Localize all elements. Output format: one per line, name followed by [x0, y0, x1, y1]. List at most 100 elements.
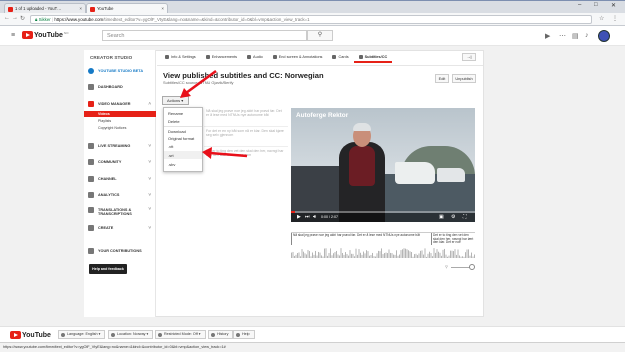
location-button[interactable]: Location: Norway ▾ [108, 330, 154, 339]
next-icon[interactable]: ⏭ [305, 214, 310, 220]
help-button[interactable]: Help [233, 330, 255, 339]
country-code: NO [63, 31, 69, 35]
tab-cards[interactable]: Cards [327, 52, 353, 63]
waveform-bar [435, 252, 436, 258]
browser-menu-icon[interactable]: ⋮ [612, 15, 618, 22]
next-video-button[interactable]: →| [462, 53, 476, 61]
secure-label: Sikker [38, 17, 51, 22]
chevron-up-icon: ˄ [148, 101, 151, 106]
menu-item-vtt[interactable]: .vtt [164, 142, 202, 150]
edit-button[interactable]: Edit [435, 74, 449, 83]
sidebar-item-studio-beta[interactable]: YOUTUBE STUDIO BETA [84, 66, 156, 76]
sidebar-subitem-copyright[interactable]: Copyright Notices [84, 125, 156, 131]
sidebar-item-label: CHANNEL [98, 177, 117, 181]
close-tab-icon[interactable]: × [161, 6, 164, 11]
close-tab-icon[interactable]: × [79, 6, 82, 11]
cc-icon[interactable]: ▣ [439, 214, 444, 220]
settings-gear-icon[interactable]: ⚙ [451, 214, 455, 220]
guide-menu-icon[interactable]: ≡ [11, 32, 15, 39]
video-player[interactable]: Autoferge Rektor ▶ ⏭ 🔊︎ 0:00 / 2:07 ▣ ⚙ … [291, 108, 475, 222]
sidebar-item-channel[interactable]: CHANNEL ˅ [84, 174, 156, 184]
time-display: 0:00 / 2:07 [321, 215, 338, 219]
tab-enhancements[interactable]: Enhancements [201, 52, 242, 63]
waveform-bar [301, 249, 303, 258]
sidebar-item-community[interactable]: COMMUNITY ˅ [84, 157, 156, 167]
actions-button[interactable]: Actions ▾ [162, 96, 189, 105]
footer-youtube-logo[interactable]: YouTube [10, 331, 51, 339]
back-icon[interactable]: ← [4, 15, 10, 21]
apps-icon[interactable]: ⋯ [559, 32, 566, 40]
youtube-logo[interactable]: YouTube NO [22, 31, 68, 39]
tab-subtitles[interactable]: Subtitles/CC [353, 52, 393, 63]
sidebar-item-video-manager[interactable]: VIDEO MANAGER ˄ [84, 99, 156, 109]
help-feedback-button[interactable]: Help and feedback [89, 264, 127, 274]
chat-icon[interactable]: ▤ [572, 32, 579, 40]
waveform-bar [376, 253, 378, 258]
caption-line[interactable]: Nå skal jeg prøve noe jeg aldri har prøv… [206, 109, 284, 117]
camera-icon[interactable]: ▶ [545, 32, 550, 40]
volume-icon[interactable]: 🔊︎ [313, 214, 316, 220]
waveform-bar [382, 254, 384, 258]
zoom-knob[interactable] [469, 264, 475, 270]
divider [204, 126, 288, 127]
waveform-bar [351, 253, 352, 258]
menu-item-srt[interactable]: .srt [164, 151, 202, 159]
sidebar-item-create[interactable]: CREATE ˅ [84, 223, 156, 233]
sidebar-item-live-streaming[interactable]: LIVE STREAMING ˅ [84, 141, 156, 151]
menu-item-original-format[interactable]: Original format [164, 134, 202, 142]
waveform-bar [372, 252, 373, 258]
sidebar-item-contributions[interactable]: YOUR CONTRIBUTIONS [84, 246, 156, 256]
timeline-segment[interactable]: Det er to ting den vet den skal den her,… [431, 233, 475, 245]
sidebar-item-dashboard[interactable]: DASHBOARD [84, 82, 156, 92]
sidebar-item-analytics[interactable]: ANALYTICS ˅ [84, 190, 156, 200]
tab-info-settings[interactable]: Info & Settings [160, 52, 201, 63]
waveform-bar [291, 252, 292, 258]
maximize-button[interactable]: □ [594, 2, 598, 8]
bell-icon[interactable]: ♪ [585, 32, 589, 39]
waveform-bar [390, 252, 391, 258]
creator-studio-sidebar: CREATOR STUDIO YOUTUBE STUDIO BETA DASHB… [84, 50, 156, 317]
caption-line[interactable]: Det er to ting den vet den skal den her,… [206, 149, 284, 157]
play-icon[interactable]: ▶ [297, 214, 301, 220]
search-input[interactable]: Search [102, 30, 307, 41]
avatar[interactable] [598, 30, 610, 42]
menu-item-download[interactable]: Download [164, 126, 202, 134]
history-button[interactable]: History [208, 330, 234, 339]
help-icon [236, 333, 240, 337]
timeline-zoom-slider[interactable]: ⚲ [445, 264, 475, 270]
url-field[interactable]: 🔒︎ Sikker | https://www.youtube.com/time… [30, 15, 592, 24]
close-window-button[interactable]: ✕ [611, 2, 616, 9]
sidebar-item-translations[interactable]: TRANSLATIONS & TRANSCRIPTIONS ˅ [84, 205, 156, 219]
waveform-bar [459, 255, 460, 258]
waveform-bar [328, 253, 330, 258]
language-button[interactable]: Language: English ▾ [58, 330, 106, 339]
tab-end-screen[interactable]: End screen & Annotations [268, 52, 328, 63]
bookmark-star-icon[interactable]: ☆ [599, 15, 604, 22]
waveform-bar [307, 249, 309, 258]
reload-icon[interactable]: ↻ [20, 15, 25, 22]
restricted-mode-button[interactable]: Restricted Mode: Off ▾ [155, 330, 206, 339]
editor-tabs: Info & Settings Enhancements Audio End s… [160, 52, 393, 64]
search-button[interactable]: ⚲ [307, 30, 333, 41]
menu-item-rename[interactable]: Rename [164, 109, 202, 117]
footer-button-label: Language: English [67, 332, 98, 336]
caption-line[interactable]: For det er en ny båt som nå er klar. Den… [206, 129, 284, 137]
menu-item-delete[interactable]: Delete [164, 117, 202, 125]
minimize-button[interactable]: – [578, 2, 581, 8]
unpublish-button[interactable]: Unpublish [452, 74, 476, 83]
menu-item-sbv[interactable]: .sbv [164, 160, 202, 168]
fullscreen-icon[interactable]: ⛶ [463, 214, 467, 220]
waveform-bar [297, 253, 298, 258]
waveform-bar [408, 250, 409, 258]
waveform-bar [309, 251, 310, 258]
sidebar-subitem-playlists[interactable]: Playlists [84, 118, 156, 124]
sidebar-subitem-videos[interactable]: Videos [84, 111, 156, 117]
tab-audio[interactable]: Audio [242, 52, 268, 63]
waveform-bar [304, 253, 306, 258]
sidebar-item-label: YOUTUBE STUDIO BETA [98, 69, 144, 73]
waveform-bar [348, 255, 349, 258]
waveform-bar [295, 254, 297, 258]
waveform-bar [409, 251, 411, 258]
timeline-segment[interactable]: Nå skal jeg prøve noe jeg aldri har prøv… [291, 233, 429, 245]
forward-icon[interactable]: → [12, 15, 18, 21]
